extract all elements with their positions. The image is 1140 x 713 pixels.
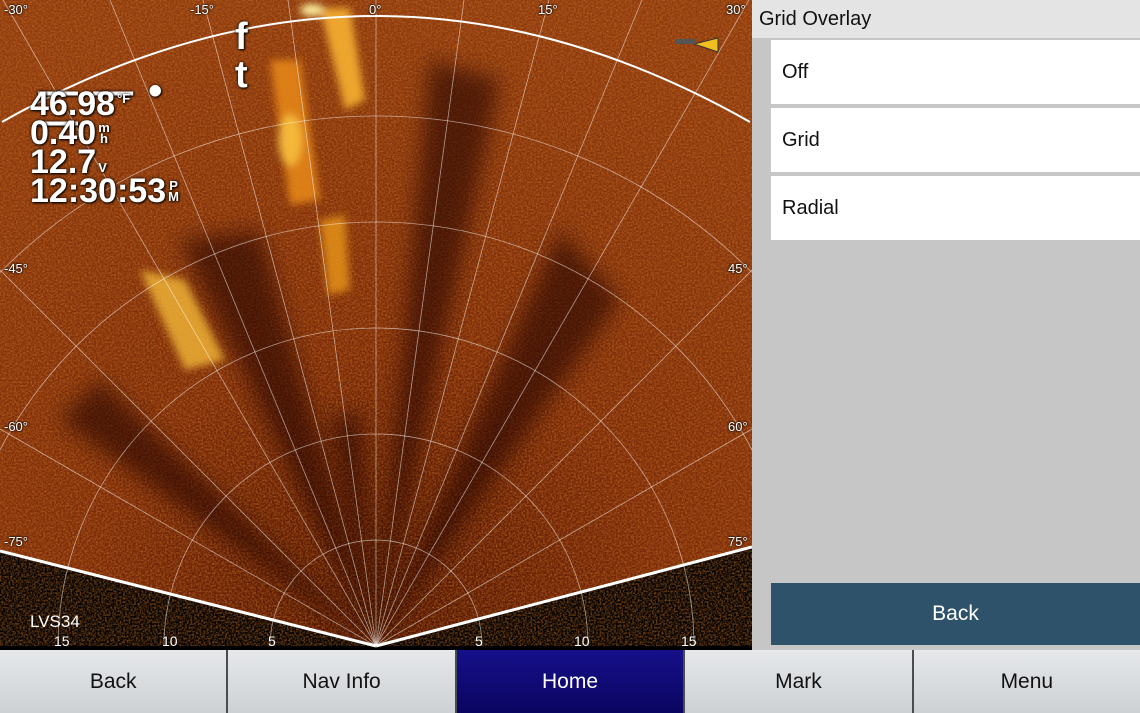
speed-unit: mh (98, 121, 110, 146)
angle-label-minus60: -60° (4, 419, 28, 434)
angle-label-30: 30° (726, 2, 746, 17)
time-unit-bottom: M (168, 189, 179, 204)
range-label: 15 (54, 633, 70, 649)
bottom-nav-bar: Back Nav Info Home Mark Menu (0, 650, 1140, 713)
depth-unit-top: f (235, 16, 248, 58)
water-temp-unit: °F (117, 91, 131, 106)
sonar-view[interactable]: -30° -15° 0° 15° 30° -45° -60° -75° 45° … (0, 0, 752, 650)
time-value: 12:30:53 (30, 172, 167, 210)
angle-label-minus45: -45° (4, 261, 28, 276)
option-radial[interactable]: Radial (771, 176, 1140, 240)
mark-button[interactable]: Mark (683, 650, 912, 713)
bottom-back-button[interactable]: Back (0, 650, 227, 713)
transducer-label: LVS34 (30, 612, 80, 631)
panel-back-button[interactable]: Back (771, 583, 1140, 645)
time-unit: PM (168, 179, 179, 204)
home-button[interactable]: Home (454, 650, 684, 713)
speed-unit-bottom: h (99, 131, 108, 146)
angle-label-15: 15° (538, 2, 558, 17)
depth-readout: — — • — f t (30, 18, 248, 141)
panel-title: Grid Overlay (752, 0, 1140, 38)
grid-overlay-panel: Grid Overlay Off Grid Radial Back (752, 0, 1140, 650)
time-readout: 12:30:53 P M (30, 174, 179, 208)
data-overlay: — — • — f t 46.98 °F 0.40 m h 12.7 V 12:30:5… (30, 18, 248, 208)
angle-label-minus15: -15° (190, 2, 214, 17)
angle-label-minus30: -30° (4, 2, 28, 17)
range-label: 5 (268, 633, 276, 649)
option-grid[interactable]: Grid (771, 108, 1140, 172)
angle-label-0: 0° (369, 2, 382, 17)
angle-label-60: 60° (728, 419, 748, 434)
angle-label-75: 75° (728, 534, 748, 549)
range-label: 10 (574, 633, 590, 649)
angle-label-45: 45° (728, 261, 748, 276)
option-off[interactable]: Off (771, 40, 1140, 104)
menu-button[interactable]: Menu (911, 650, 1140, 713)
range-label: 15 (681, 633, 697, 649)
range-label: 10 (162, 633, 178, 649)
depth-unit-bottom: t (235, 54, 248, 96)
nav-info-button[interactable]: Nav Info (226, 650, 455, 713)
angle-label-minus75: -75° (4, 534, 28, 549)
range-label: 5 (475, 633, 483, 649)
